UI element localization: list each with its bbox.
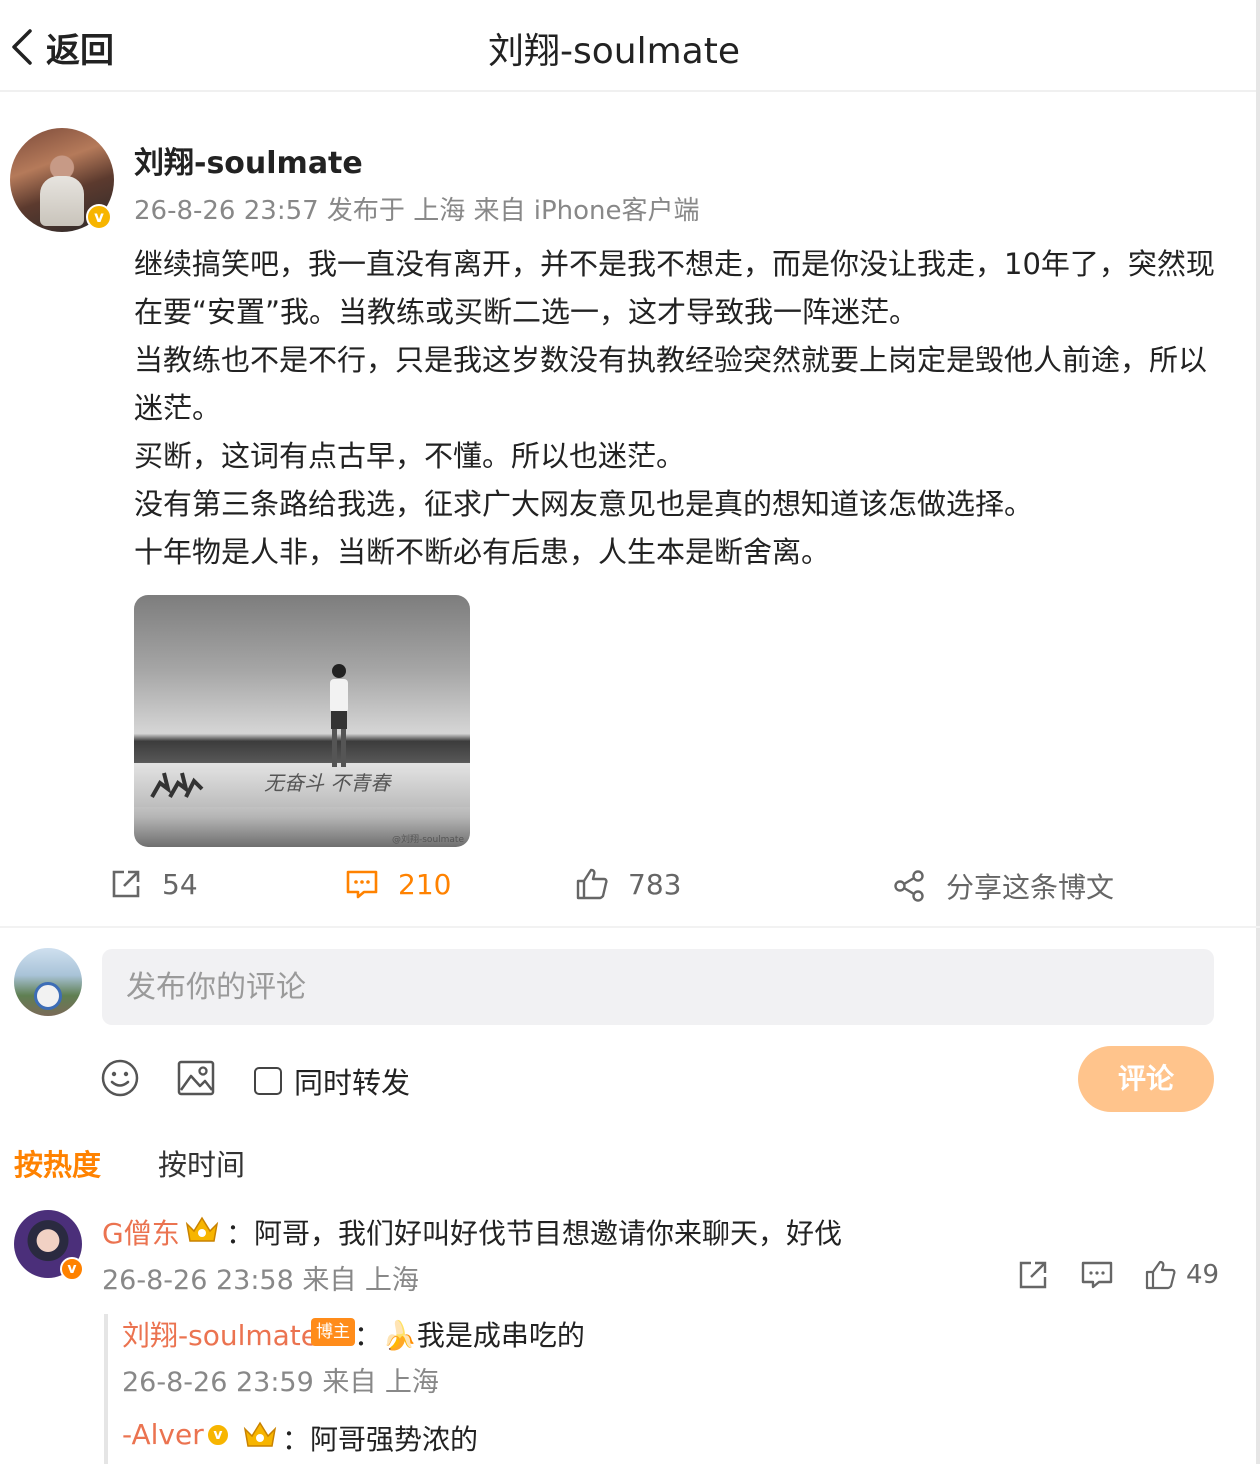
image-person-figure (330, 664, 348, 767)
reply-author-name[interactable]: 刘翔-soulmate (122, 1314, 318, 1354)
fan-crown-icon (243, 1421, 277, 1447)
reply-meta: 26-8-26 23:59 来自 上海 (122, 1367, 439, 1398)
post-body: 继续搞笑吧，我一直没有离开，并不是我不想走，而是你没让我走，10年了，突然现在要… (134, 240, 1224, 576)
author-avatar[interactable]: v (10, 128, 114, 232)
tab-sort-hot[interactable]: 按热度 (14, 1142, 101, 1184)
comment-meta: 26-8-26 23:58 来自 上海 (102, 1265, 419, 1296)
thumbs-up-icon (576, 868, 608, 900)
also-repost-checkbox[interactable]: 同时转发 (254, 1060, 410, 1102)
reply-text: ：🍌我是成串吃的 (354, 1319, 585, 1352)
comment-count: 210 (398, 867, 452, 901)
post-paragraph: 买断，这词有点古早，不懂。所以也迷茫。 (134, 439, 686, 473)
avatar-ball (34, 982, 62, 1010)
image-watermark: @刘翔-soulmate (392, 835, 464, 845)
post-paragraph: 十年物是人非，当断不断必有后患，人生本是断舍离。 (134, 535, 831, 569)
reply-author-name[interactable]: -Alver (122, 1418, 204, 1451)
repost-count: 54 (162, 867, 198, 901)
top-bar: 返回 刘翔-soulmate (0, 0, 1260, 92)
tab-sort-time[interactable]: 按时间 (158, 1142, 245, 1184)
image-wall-text: 无奋斗 不青春 (264, 771, 391, 795)
like-button[interactable]: 783 (574, 866, 681, 902)
verified-badge-icon: v (60, 1257, 84, 1281)
submit-comment-button[interactable]: 评论 (1078, 1046, 1214, 1112)
verified-badge-icon: v (86, 204, 112, 230)
comment-reply-icon[interactable] (1080, 1258, 1114, 1292)
repost-button[interactable]: 54 (108, 866, 198, 902)
comment-input[interactable] (102, 949, 1214, 1025)
post-paragraph: 当教练也不是不行，只是我这岁数没有执教经验突然就要上岗定是毁他人前途，所以迷茫。 (134, 343, 1208, 425)
host-badge: 博主 (311, 1318, 355, 1346)
share-icon (894, 870, 924, 902)
verified-badge-icon: v (206, 1423, 230, 1447)
post-paragraph: 继续搞笑吧，我一直没有离开，并不是我不想走，而是你没让我走，10年了，突然现在要… (134, 247, 1215, 329)
emoji-icon[interactable] (100, 1058, 140, 1098)
image-runners-graphic (150, 772, 204, 798)
comment-repost-icon[interactable] (1016, 1258, 1050, 1292)
comment-like-icon[interactable] (1144, 1258, 1178, 1292)
comment-text: ：阿哥，我们好叫好伐节目想邀请你来聊天，好伐 (226, 1217, 843, 1250)
comment-icon (346, 870, 378, 899)
current-user-avatar[interactable] (14, 948, 82, 1016)
share-button[interactable]: 分享这条博文 (892, 866, 1114, 906)
reply-text: ：阿哥强势浓的 (282, 1423, 479, 1456)
scrollbar[interactable] (1256, 0, 1260, 1464)
post-image[interactable]: 无奋斗 不青春 @刘翔-soulmate (134, 595, 470, 847)
comment-author-name[interactable]: G僧东 (102, 1212, 180, 1252)
page-title: 刘翔-soulmate (488, 31, 740, 72)
avatar-figure (40, 176, 84, 226)
post-paragraph: 没有第三条路给我选，征求广大网友意见也是真的想知道该怎做选择。 (134, 487, 1034, 521)
image-upload-icon[interactable] (176, 1058, 216, 1098)
repost-icon (112, 870, 140, 898)
reply-thread-line (104, 1314, 108, 1464)
comment-like-count: 49 (1186, 1260, 1220, 1290)
post-author-name[interactable]: 刘翔-soulmate (134, 138, 363, 182)
comment-button[interactable]: 210 (344, 866, 451, 902)
post-meta: 26-8-26 23:57 发布于 上海 来自 iPhone客户端 (134, 196, 700, 226)
share-label: 分享这条博文 (946, 871, 1115, 904)
post-actions: 54 210 783 分享这条博文 (0, 866, 1260, 910)
like-count: 783 (628, 867, 682, 901)
divider (0, 926, 1260, 928)
checkbox-box[interactable] (254, 1067, 282, 1095)
fan-crown-icon (185, 1216, 219, 1242)
also-repost-label: 同时转发 (294, 1066, 411, 1100)
